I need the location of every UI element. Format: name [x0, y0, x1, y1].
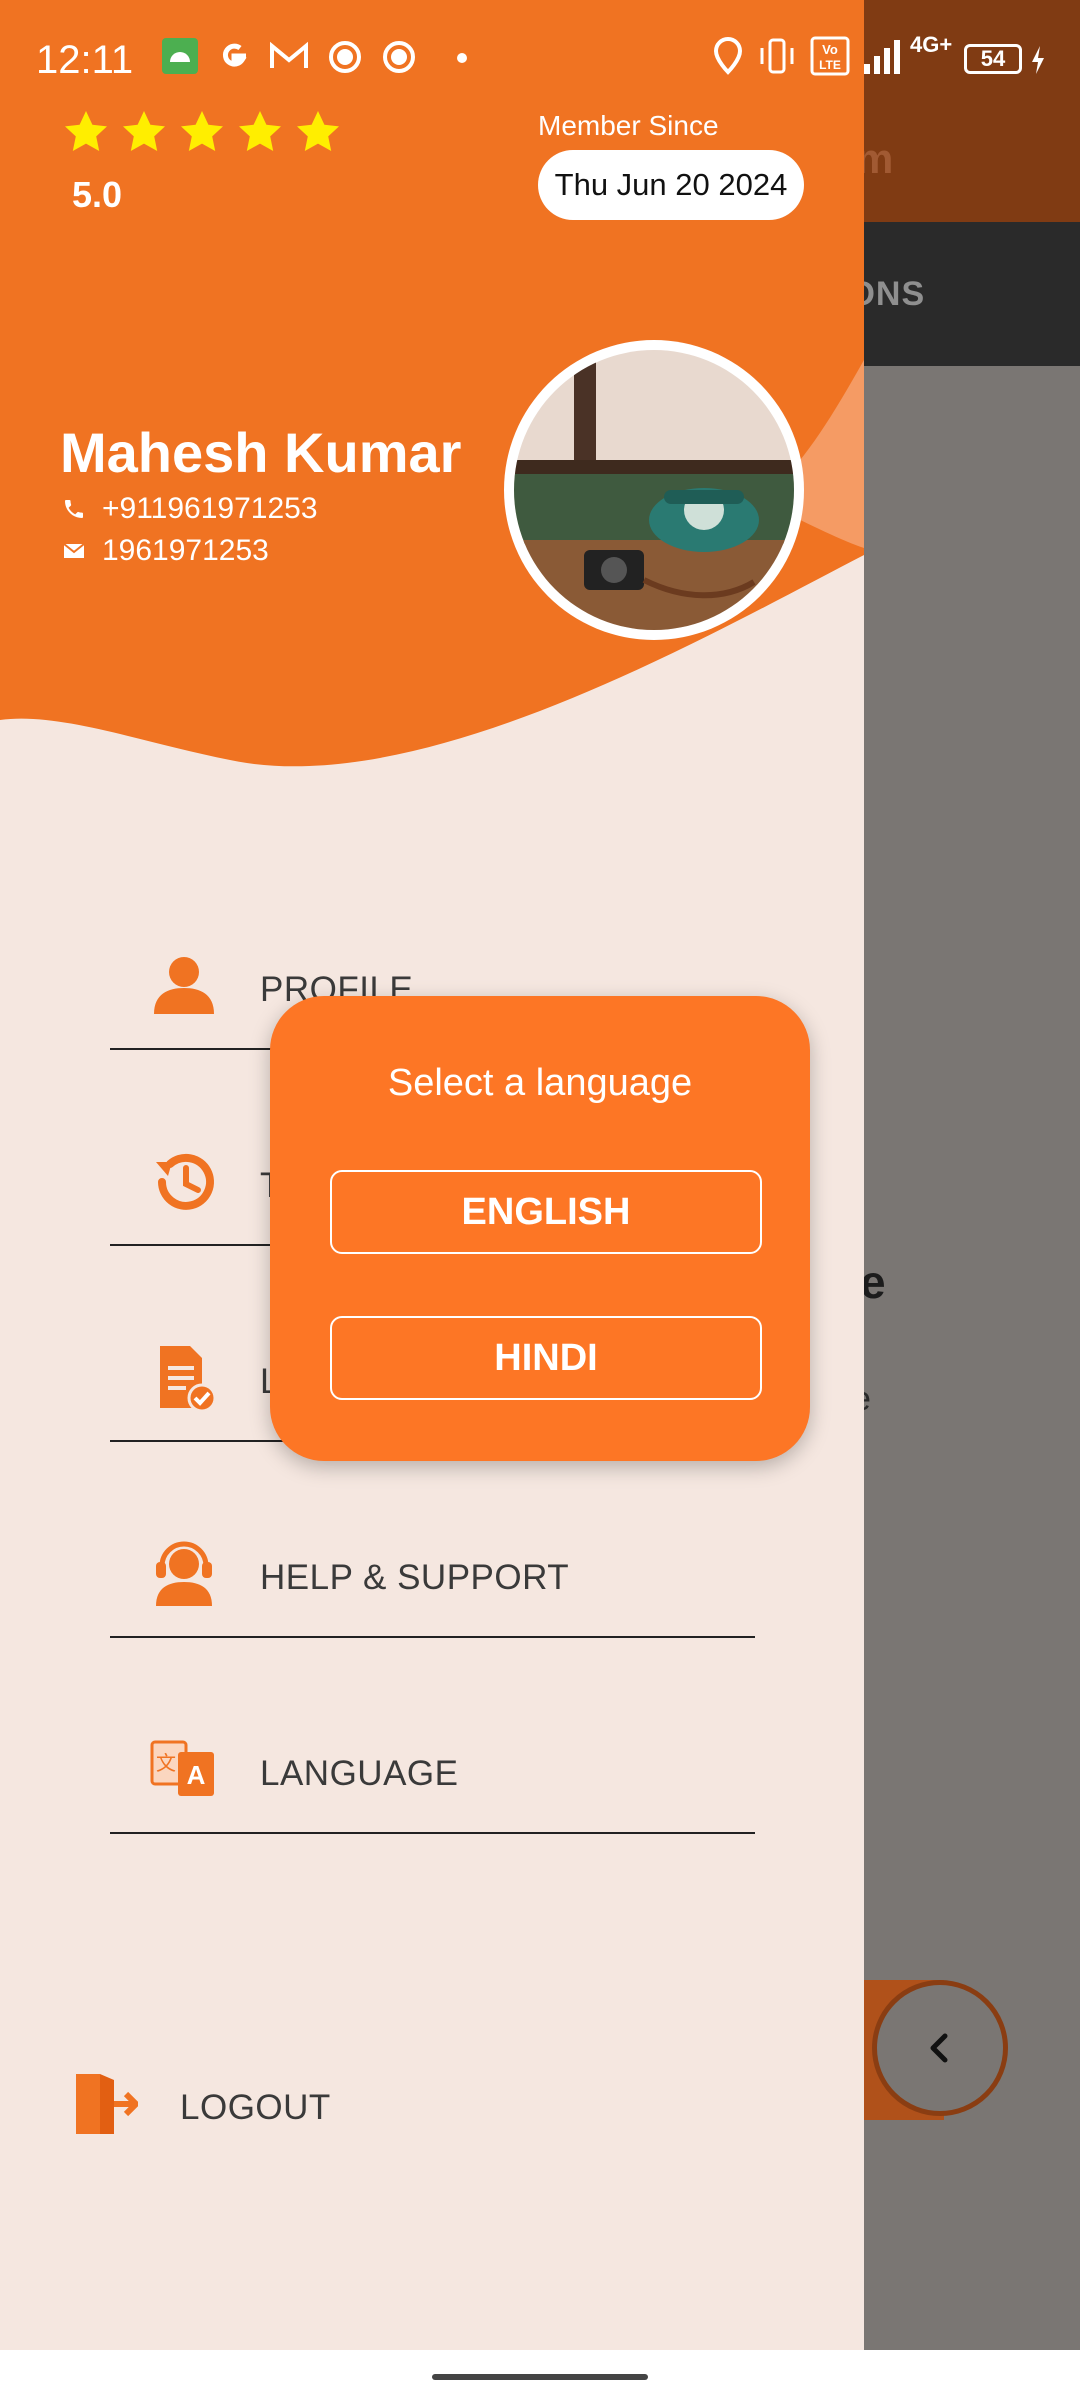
- logout-label: LOGOUT: [180, 2088, 331, 2127]
- volte-icon: Vo LTE: [810, 36, 850, 76]
- battery-indicator: 54: [964, 44, 1022, 74]
- english-button[interactable]: ENGLISH: [330, 1170, 762, 1254]
- svg-text:LTE: LTE: [819, 58, 841, 72]
- network-type: 4G+: [910, 32, 953, 57]
- status-bar: 12:11 Vo LTE 4G+ 54: [0, 0, 1080, 120]
- brightness-icon: [383, 41, 415, 73]
- menu-label: LANGUAGE: [260, 1754, 459, 1793]
- brightness-icon: [329, 41, 361, 73]
- logout-icon: [76, 2074, 138, 2134]
- chevron-left-icon: [930, 2033, 948, 2063]
- dialog-title: Select a language: [387, 1062, 693, 1104]
- member-since-date: Thu Jun 20 2024: [538, 150, 804, 220]
- dot-icon: [457, 53, 467, 63]
- email-value: 1961971253: [102, 534, 269, 567]
- phone-number: +911961971253: [102, 492, 318, 525]
- svg-text:文: 文: [156, 1751, 176, 1775]
- home-indicator[interactable]: [432, 2374, 648, 2380]
- menu-item-help-support[interactable]: HELP & SUPPORT: [110, 1518, 755, 1638]
- signal-icon: [864, 40, 900, 74]
- avatar[interactable]: [504, 340, 804, 640]
- logout-button[interactable]: LOGOUT: [70, 2070, 370, 2140]
- gmail-icon: [270, 41, 308, 68]
- rating-value: 5.0: [72, 174, 123, 215]
- headset-icon: [156, 1541, 212, 1606]
- envelope-icon: [63, 543, 85, 558]
- history-icon: [156, 1153, 214, 1210]
- document-check-icon: [160, 1346, 217, 1413]
- charging-icon: [1032, 46, 1044, 74]
- menu-label: HELP & SUPPORT: [260, 1558, 570, 1597]
- phone-icon: [65, 500, 83, 518]
- phone-row: +911961971253: [62, 492, 318, 526]
- person-icon: [154, 957, 214, 1014]
- translate-icon: A 文: [150, 1740, 214, 1796]
- vibrate-icon: [760, 38, 794, 74]
- avatar-image: [514, 350, 794, 630]
- svg-text:Vo: Vo: [822, 42, 838, 57]
- email-row: 1961971253: [62, 534, 269, 568]
- back-fab-button[interactable]: [872, 1980, 1008, 2116]
- location-icon: [713, 36, 743, 75]
- status-time: 12:11: [36, 38, 134, 82]
- hindi-button[interactable]: HINDI: [330, 1316, 762, 1400]
- google-icon: [223, 43, 247, 67]
- menu-item-language[interactable]: A 文 LANGUAGE: [110, 1714, 755, 1834]
- language-dialog: Select a language ENGLISH HINDI: [270, 996, 810, 1461]
- user-name: Mahesh Kumar: [60, 421, 462, 484]
- svg-text:A: A: [187, 1760, 206, 1790]
- android-app-icon: [162, 38, 198, 74]
